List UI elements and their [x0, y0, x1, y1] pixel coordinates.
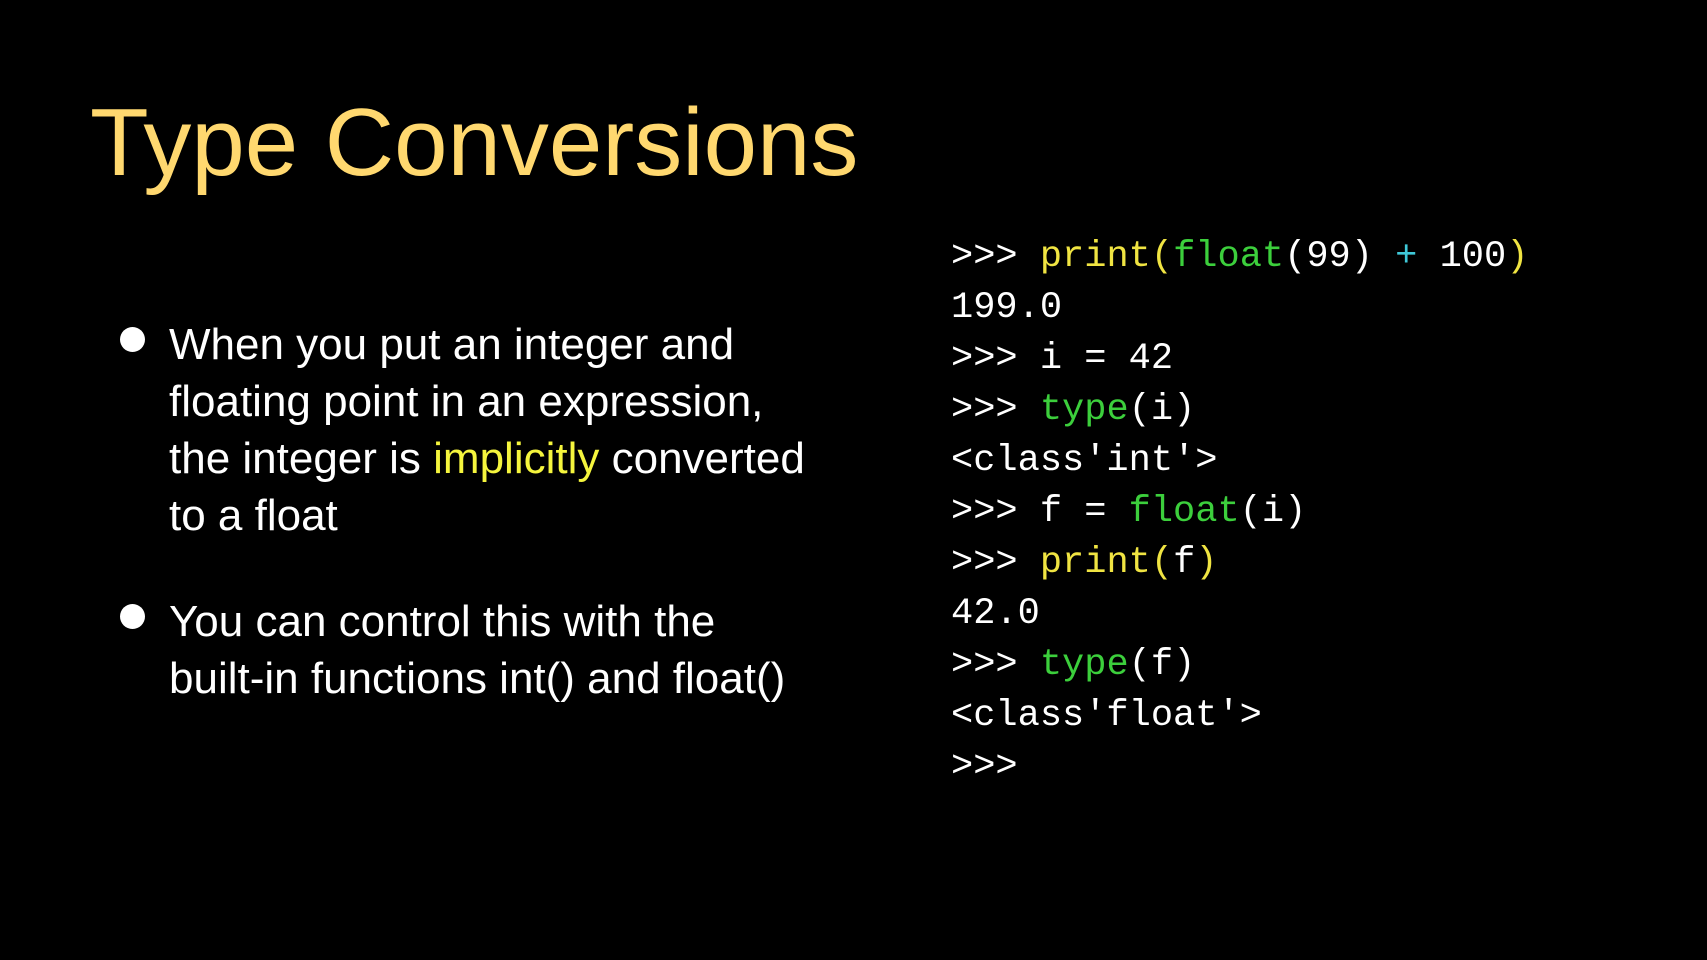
code-line: <class'float'> [951, 691, 1528, 742]
code-line: <class'int'> [951, 436, 1528, 487]
code-token: >>> i = 42 [951, 338, 1174, 380]
python-console-code: >>> print(float(99) + 100) 199.0 >>> i = 4… [951, 232, 1528, 793]
highlighted-word: implicitly [433, 434, 600, 483]
bullet-dot-icon [120, 604, 145, 629]
code-token: + [1395, 236, 1418, 278]
bullet-item: When you put an integer and floating poi… [110, 316, 810, 544]
code-token: 100 [1417, 236, 1507, 278]
code-token: ( [1150, 542, 1174, 584]
code-token: float [1128, 491, 1240, 533]
code-token: (99) [1284, 236, 1396, 278]
code-token: print [1039, 236, 1151, 278]
code-token: >>> f = [951, 491, 1129, 533]
bullet-text-part: You can control this with the built-in f… [169, 597, 786, 703]
code-token: <class'float'> [951, 695, 1262, 737]
code-line: >>> i = 42 [951, 334, 1528, 385]
code-token: >>> [951, 746, 1018, 788]
code-line: >>> print(f) [951, 538, 1528, 589]
code-token: type [1039, 389, 1129, 431]
code-token: (f) [1128, 644, 1196, 686]
code-token: >>> [951, 236, 1040, 278]
code-line: 42.0 [951, 589, 1528, 640]
code-token: type [1039, 644, 1129, 686]
bullet-dot-icon [120, 327, 145, 352]
bullet-list: When you put an integer and floating poi… [110, 316, 810, 707]
code-token: (i) [1239, 491, 1307, 533]
code-token: >>> [951, 389, 1040, 431]
slide: Type Conversions When you put an integer… [0, 0, 1707, 960]
code-line: >>> f = float(i) [951, 487, 1528, 538]
code-token: float [1173, 236, 1285, 278]
code-token: f [1173, 542, 1196, 584]
code-token: ( [1150, 236, 1174, 278]
code-token: >>> [951, 542, 1040, 584]
slide-title: Type Conversions [90, 89, 859, 196]
code-token: 199.0 [951, 287, 1063, 329]
code-token: <class'int'> [951, 440, 1218, 482]
code-line: >>> print(float(99) + 100) [951, 232, 1528, 283]
code-token: >>> [951, 644, 1040, 686]
code-line: >>> type(i) [951, 385, 1528, 436]
code-token: print [1039, 542, 1151, 584]
code-line: 199.0 [951, 283, 1528, 334]
code-token: ) [1506, 236, 1529, 278]
code-line: >>> type(f) [951, 640, 1528, 691]
code-token: ) [1195, 542, 1218, 584]
bullet-item: You can control this with the built-in f… [110, 593, 810, 707]
code-token: 42.0 [951, 593, 1040, 635]
code-line: >>> [951, 742, 1528, 793]
code-token: (i) [1128, 389, 1196, 431]
